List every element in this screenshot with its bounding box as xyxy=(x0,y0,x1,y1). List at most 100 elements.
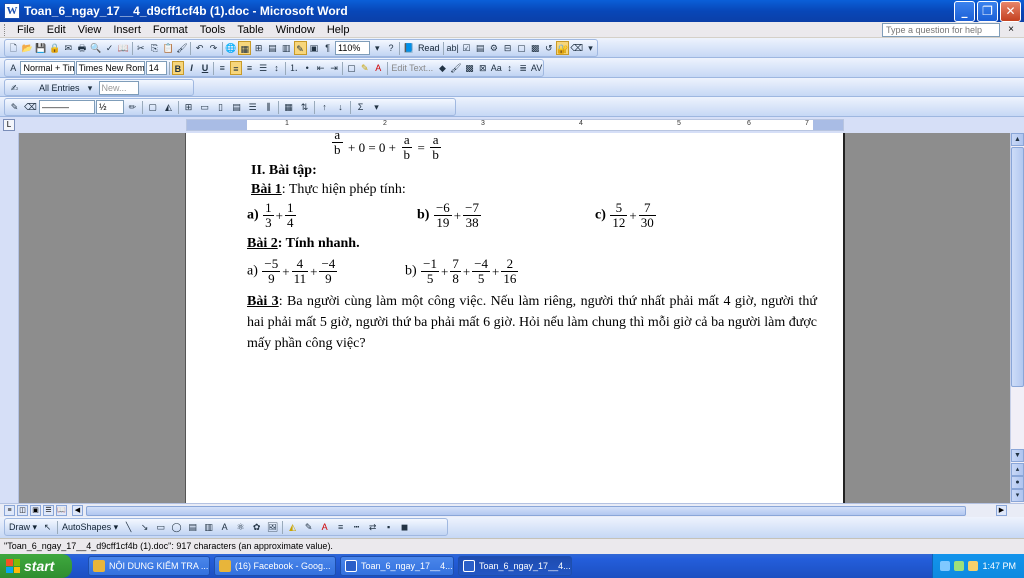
menu-tools[interactable]: Tools xyxy=(194,24,232,36)
insert-frame-icon[interactable]: ▢ xyxy=(515,41,528,55)
style-combo[interactable]: Normal + Times xyxy=(20,61,75,75)
wordart-vertical-icon[interactable]: ↕ xyxy=(503,61,515,75)
numbering-icon[interactable]: ⒈ xyxy=(288,61,300,75)
dash-style-icon[interactable]: ┅ xyxy=(349,520,364,534)
redo-icon[interactable]: ↷ xyxy=(207,41,220,55)
diagram-icon[interactable]: ⚛ xyxy=(233,520,248,534)
read-icon[interactable]: 📘 xyxy=(402,41,415,55)
line-color-icon[interactable]: ✎ xyxy=(301,520,316,534)
menu-grip[interactable] xyxy=(4,23,7,36)
show-hide-icon[interactable]: ¶ xyxy=(321,41,334,55)
wordart-wrap-icon[interactable]: ▩ xyxy=(463,61,475,75)
oval-icon[interactable]: ◯ xyxy=(169,520,184,534)
network-icon[interactable] xyxy=(940,561,951,571)
outside-border-icon[interactable]: ▢ xyxy=(145,100,160,114)
reading-view-icon[interactable]: 📖 xyxy=(56,505,67,516)
styles-pane-icon[interactable]: A xyxy=(7,61,19,75)
print-icon[interactable]: 🖶 xyxy=(76,41,89,55)
email-icon[interactable]: ✉ xyxy=(62,41,75,55)
drawing-icon[interactable]: ✎ xyxy=(293,41,307,55)
scroll-left-icon[interactable]: ◀ xyxy=(72,505,83,516)
underline-button[interactable]: U xyxy=(199,61,211,75)
bold-button[interactable]: B xyxy=(171,61,185,75)
field-options-icon[interactable]: ⚙ xyxy=(488,41,501,55)
decrease-indent-icon[interactable]: ⇤ xyxy=(314,61,326,75)
justify-icon[interactable]: ☰ xyxy=(257,61,269,75)
text-field-icon[interactable]: ab| xyxy=(446,41,459,55)
align-right-icon[interactable]: ≡ xyxy=(243,61,255,75)
previous-page-icon[interactable]: ▴ xyxy=(1011,463,1024,476)
menu-insert[interactable]: Insert xyxy=(107,24,147,36)
align-center-icon[interactable]: ≡ xyxy=(229,61,243,75)
security-icon[interactable] xyxy=(968,561,979,571)
paste-icon[interactable]: 📋 xyxy=(162,41,175,55)
increase-indent-icon[interactable]: ⇥ xyxy=(328,61,340,75)
menu-table[interactable]: Table xyxy=(231,24,269,36)
text-box-icon[interactable]: ▤ xyxy=(185,520,200,534)
chevron-down-icon[interactable]: ▾ xyxy=(83,81,98,95)
wordart-spacing-icon[interactable]: AV xyxy=(530,61,542,75)
italic-button[interactable]: I xyxy=(185,61,197,75)
sort-descending-icon[interactable]: ↓ xyxy=(333,100,348,114)
permission-icon[interactable]: 🔒 xyxy=(48,41,61,55)
edit-text-button[interactable]: Edit Text... xyxy=(389,63,435,73)
read-button[interactable]: Read xyxy=(416,43,442,53)
help-icon[interactable]: ? xyxy=(385,41,398,55)
wordart-format-icon[interactable]: 🖌 xyxy=(450,61,462,75)
font-color-icon[interactable]: A xyxy=(317,520,332,534)
table-autoformat-icon[interactable]: ▦ xyxy=(281,100,296,114)
sort-ascending-icon[interactable]: ↑ xyxy=(317,100,332,114)
hyperlink-icon[interactable]: 🌐 xyxy=(225,41,238,55)
normal-view-icon[interactable]: ≡ xyxy=(4,505,15,516)
taskbar-item[interactable]: Toan_6_ngay_17__4... xyxy=(340,556,454,576)
reset-fields-icon[interactable]: ↺ xyxy=(542,41,555,55)
wordart-same-height-icon[interactable]: Aa xyxy=(490,61,502,75)
select-browse-object-icon[interactable]: ● xyxy=(1011,476,1024,489)
help-search-input[interactable]: Type a question for help xyxy=(882,22,1000,37)
menu-format[interactable]: Format xyxy=(147,24,194,36)
form-shading-icon[interactable]: ▩ xyxy=(529,41,542,55)
protect-form-icon[interactable]: 🔐 xyxy=(556,41,570,55)
menu-window[interactable]: Window xyxy=(270,24,321,36)
distribute-rows-icon[interactable]: ☰ xyxy=(245,100,260,114)
font-color-icon[interactable]: A xyxy=(372,61,384,75)
arrow-style-icon[interactable]: ⇄ xyxy=(365,520,380,534)
bullets-icon[interactable]: • xyxy=(301,61,313,75)
picture-icon[interactable]: 🖼 xyxy=(265,520,280,534)
draw-table-icon[interactable]: ⊟ xyxy=(501,41,514,55)
border-color-icon[interactable]: ✏ xyxy=(125,100,140,114)
taskbar-item[interactable]: NỘI DUNG KIỂM TRA ... xyxy=(88,556,210,576)
highlight-icon[interactable]: ✎ xyxy=(359,61,371,75)
font-combo[interactable]: Times New Roman xyxy=(75,61,145,75)
dropdown-icon[interactable]: ▾ xyxy=(584,41,597,55)
word-app-icon[interactable]: W xyxy=(4,3,20,19)
vertical-ruler[interactable] xyxy=(0,133,19,503)
dropdown-icon[interactable]: ▾ xyxy=(369,100,384,114)
horizontal-scroll-thumb[interactable] xyxy=(86,506,966,516)
chevron-down-icon[interactable]: ▾ xyxy=(371,41,384,55)
align-left-icon[interactable]: ≡ xyxy=(216,61,228,75)
dropdown-field-icon[interactable]: ▤ xyxy=(474,41,487,55)
volume-icon[interactable] xyxy=(954,561,965,571)
clip-art-icon[interactable]: ✿ xyxy=(249,520,264,534)
font-size-combo[interactable]: 14 xyxy=(145,61,167,75)
scroll-thumb[interactable] xyxy=(1011,147,1024,387)
autotext-icon[interactable]: ✍ xyxy=(7,81,22,95)
cut-icon[interactable]: ✂ xyxy=(134,41,147,55)
tables-borders-icon[interactable]: ▦ xyxy=(238,41,252,55)
line-weight-combo[interactable]: ½ xyxy=(96,100,124,114)
arrow-icon[interactable]: ↘ xyxy=(137,520,152,534)
columns-icon[interactable]: ▥ xyxy=(280,41,293,55)
checkbox-field-icon[interactable]: ☑ xyxy=(460,41,473,55)
spelling-icon[interactable]: ✓ xyxy=(103,41,116,55)
undo-icon[interactable]: ↶ xyxy=(193,41,206,55)
text-direction-icon[interactable]: ⇅ xyxy=(297,100,312,114)
copy-icon[interactable]: ⎘ xyxy=(148,41,161,55)
eraser-icon[interactable]: ⌫ xyxy=(570,41,583,55)
eraser-icon[interactable]: ⌫ xyxy=(23,100,38,114)
start-button[interactable]: start xyxy=(0,554,72,578)
line-style-icon[interactable]: ≡ xyxy=(333,520,348,534)
document-map-icon[interactable]: ▣ xyxy=(308,41,321,55)
wordart-icon[interactable]: A xyxy=(217,520,232,534)
taskbar-item-active[interactable]: Toan_6_ngay_17__4... xyxy=(458,556,572,576)
